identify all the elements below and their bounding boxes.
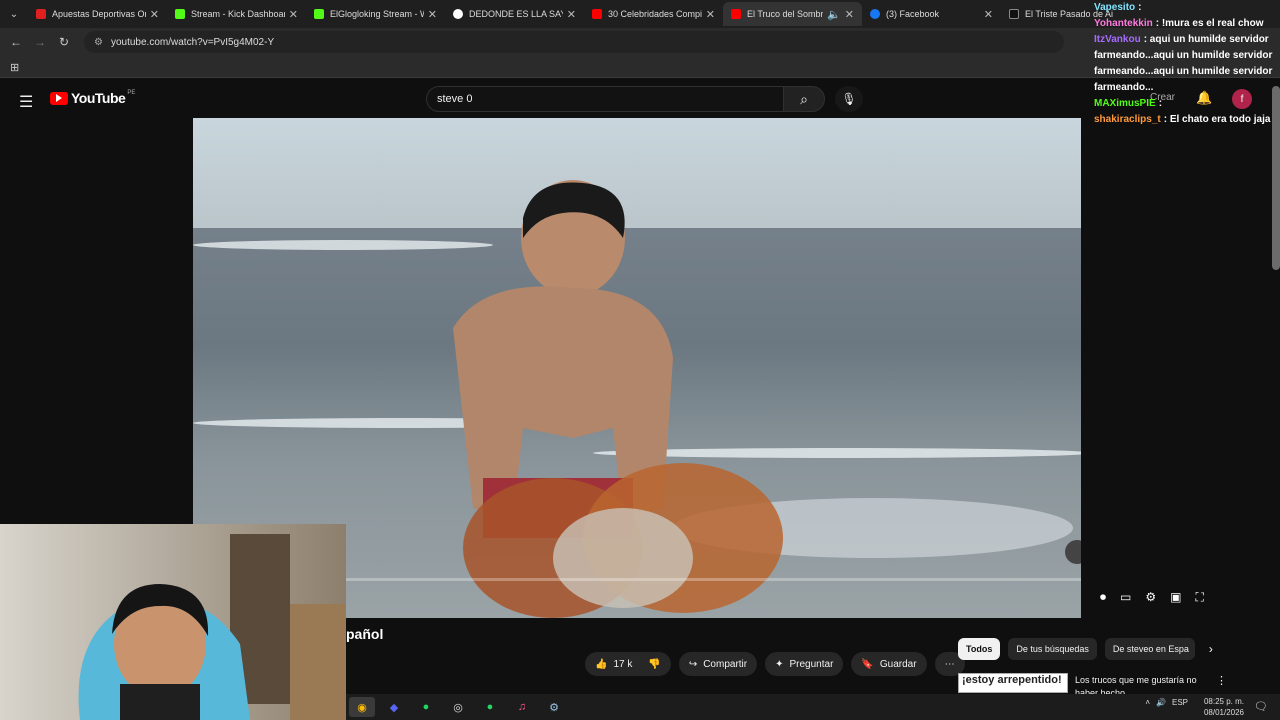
reload-icon[interactable]: ↻ — [52, 35, 76, 49]
chat-message: ItzVankou: aqui un humilde servidor farm… — [1094, 34, 1273, 93]
chat-message: MAXimusPIE: — [1094, 98, 1163, 109]
more-icon: ⋯ — [944, 658, 955, 670]
thumbs-up-icon: 👍 — [595, 658, 608, 670]
settings-gear-icon[interactable]: ⚙ — [1145, 590, 1156, 605]
video-actions: 👍 17 k 👎 ↪ Compartir ✦ Preguntar 🔖 Guardar ⋯ — [585, 652, 965, 676]
url-input[interactable]: ⚙ youtube.com/watch?v=PvI5g4M02-Y — [84, 31, 1064, 53]
like-count: 17 k — [613, 658, 633, 670]
chip-channel[interactable]: De steveo en Espa — [1104, 638, 1195, 660]
discord-icon[interactable]: ◆ — [381, 697, 407, 717]
bookmark-icon: 🔖 — [861, 658, 874, 670]
tab-favicon-icon — [870, 9, 880, 19]
fullscreen-icon[interactable]: ⛶ — [1195, 590, 1203, 605]
address-bar-row: ← → ↻ ⚙ youtube.com/watch?v=PvI5g4M02-Y — [0, 28, 1280, 56]
apps-grid-icon[interactable]: ⊞ — [10, 61, 19, 74]
chevron-up-icon[interactable]: ˄ — [1145, 698, 1150, 707]
bookmarks-bar: ⊞ — [0, 56, 1280, 78]
tab-favicon-icon — [314, 9, 324, 19]
browser-tab[interactable]: Apuestas Deportivas Onl ✕ — [28, 2, 167, 26]
share-icon: ↪ — [688, 658, 698, 670]
tab-search-icon[interactable]: ⌄ — [0, 0, 28, 28]
browser-tab-active[interactable]: El Truco del Sombrero🔈✕ — [723, 2, 862, 26]
like-button[interactable]: 👍 17 k 👎 — [585, 652, 671, 676]
tab-favicon-icon — [592, 9, 602, 19]
chat-message: Vapesito: — [1094, 2, 1142, 13]
music-app-icon[interactable]: ♫ — [509, 697, 535, 717]
tab-favicon-icon — [36, 9, 46, 19]
sparkle-icon: ✦ — [775, 658, 784, 670]
volume-icon[interactable]: 🔊 — [1156, 698, 1166, 707]
video-title: pañol — [346, 626, 384, 642]
subtitles-icon[interactable]: ▭ — [1120, 590, 1131, 605]
region-code: PE — [127, 90, 136, 96]
browser-tab[interactable]: 30 Celebridades Compiten✕ — [584, 2, 723, 26]
spotify-icon[interactable]: ● — [413, 697, 439, 717]
notification-icon[interactable]: 🗨 — [1254, 700, 1268, 713]
webcam-streamer — [78, 534, 346, 720]
chevron-right-icon[interactable]: › — [1209, 642, 1213, 656]
youtube-logo[interactable]: YouTube PE — [50, 90, 135, 106]
chip-all[interactable]: Todos — [958, 638, 1001, 660]
system-tray: ˄ 🔊 ESP — [1145, 698, 1188, 707]
speaker-icon[interactable]: 🔈 — [827, 8, 841, 21]
youtube-header: ☰ YouTube PE steve 0 ⌕ 🎙 — [0, 78, 1280, 120]
url-text: youtube.com/watch?v=PvI5g4M02-Y — [110, 36, 275, 48]
webcam-overlay — [0, 524, 346, 720]
microphone-icon: 🎙 — [841, 92, 857, 106]
youtube-logo-text: YouTube — [71, 90, 126, 106]
site-info-icon[interactable]: ⚙ — [94, 37, 103, 48]
menu-icon[interactable]: ☰ — [19, 92, 33, 112]
close-icon[interactable]: ✕ — [567, 8, 576, 21]
search-button[interactable]: ⌕ — [783, 86, 825, 112]
close-icon[interactable]: ✕ — [706, 8, 715, 21]
search-icon: ⌕ — [800, 90, 808, 107]
browser-tab[interactable]: Stream - Kick Dashboard ✕ — [167, 2, 306, 26]
search-input[interactable]: steve 0 — [426, 86, 784, 112]
jellyfish — [463, 463, 783, 618]
close-icon[interactable]: ✕ — [845, 8, 854, 21]
youtube-play-icon — [50, 91, 68, 105]
browser-tab[interactable]: (3) Facebook ✕ — [862, 2, 1001, 26]
recommendation-chips: Todos De tus búsquedas De steveo en Espa… — [958, 638, 1213, 660]
tab-favicon-icon — [1009, 9, 1019, 19]
tab-favicon-icon — [175, 9, 185, 19]
steam-icon[interactable]: ⚙ — [541, 697, 567, 717]
forward-icon[interactable]: → — [28, 35, 52, 49]
miniplayer-icon[interactable]: ▣ — [1170, 590, 1181, 605]
close-icon[interactable]: ✕ — [150, 8, 159, 21]
obs-icon[interactable]: ◎ — [445, 697, 471, 717]
browser-tab[interactable]: DEDONDE ES LLA SAYA -✕ — [445, 2, 584, 26]
stream-chat-overlay: Vapesito: Yohantekkin: !mura es el real … — [1090, 0, 1280, 160]
keyboard-language[interactable]: ESP — [1172, 698, 1188, 707]
recommended-thumbnail[interactable]: ¡estoy arrepentido! — [958, 673, 1068, 693]
ask-button[interactable]: ✦ Preguntar — [765, 652, 844, 676]
chat-message: shakiraclips_t: El chato era todo jaja — [1094, 114, 1271, 125]
tab-favicon-icon — [453, 9, 463, 19]
browser-tab[interactable]: ElGlogloking Stream - Wa ✕ — [306, 2, 445, 26]
chat-message: Yohantekkin: !mura es el real chow — [1094, 18, 1264, 29]
autoplay-toggle-icon[interactable]: ⏺ — [1100, 590, 1106, 605]
player-controls: ⏺ ▭ ⚙ ▣ ⛶ — [1100, 590, 1204, 605]
back-icon[interactable]: ← — [4, 35, 28, 49]
taskbar: ◉ ◆ ● ◎ ● ♫ ⚙ ˄ 🔊 ESP 08:25 p. m. 08/01/… — [346, 694, 1280, 720]
chip-from-searches[interactable]: De tus búsquedas — [1008, 638, 1097, 660]
save-button[interactable]: 🔖 Guardar — [851, 652, 927, 676]
clock[interactable]: 08:25 p. m. 08/01/2026 — [1204, 696, 1244, 718]
whatsapp-icon[interactable]: ● — [477, 697, 503, 717]
thumbs-down-icon[interactable]: 👎 — [648, 659, 660, 670]
browser-tab-bar: ⌄ Apuestas Deportivas Onl ✕ Stream - Kick… — [0, 0, 1280, 28]
close-icon[interactable]: ✕ — [428, 8, 437, 21]
close-icon[interactable]: ✕ — [984, 8, 993, 21]
close-icon[interactable]: ✕ — [289, 8, 298, 21]
tab-favicon-icon — [731, 9, 741, 19]
share-button[interactable]: ↪ Compartir — [678, 652, 758, 676]
chrome-icon[interactable]: ◉ — [349, 697, 375, 717]
kebab-menu-icon[interactable]: ⋮ — [1216, 674, 1227, 687]
voice-search-button[interactable]: 🎙 — [835, 86, 863, 112]
